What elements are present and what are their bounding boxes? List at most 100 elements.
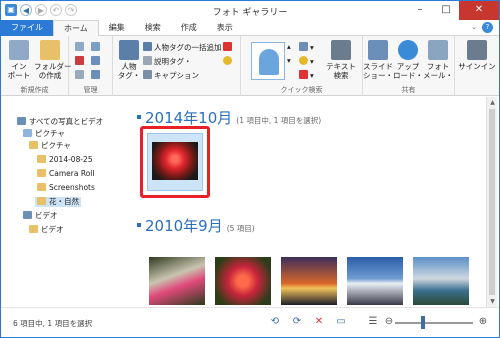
tree-item-pictures-sub[interactable]: ピクチャ — [29, 141, 71, 151]
photo-thumbnail-rose — [152, 142, 198, 180]
photo-thumbnail[interactable] — [413, 257, 469, 305]
caption-button[interactable]: キャプション — [143, 70, 199, 81]
ribbon-group-quick-find: ▴ ▾ ▾ ▾ ▾ テキスト 検索 クイック検索 — [241, 36, 363, 96]
rotate-right-icon[interactable] — [91, 70, 102, 81]
collapse-ribbon-icon[interactable]: ⌄ — [471, 23, 477, 31]
photo-gallery-window: ▣ ◀ ▶ ↶ ↷ フォト ギャラリー – □ ✕ ファイル ホーム 編集 検索… — [0, 0, 500, 338]
photo-mail-button[interactable]: フォト メール・ — [423, 40, 453, 80]
zoom-out-icon[interactable]: ⊖ — [383, 316, 395, 328]
rating-filter-icon[interactable]: ▾ — [299, 56, 314, 67]
details-view-icon[interactable]: ☰ — [367, 316, 379, 328]
properties-icon[interactable] — [91, 42, 102, 53]
videos-library-icon — [23, 211, 32, 219]
tree-item-folder[interactable]: 2014-08-25 — [37, 155, 93, 165]
maximize-button[interactable]: □ — [433, 1, 459, 20]
ribbon-tabs: ファイル ホーム 編集 検索 作成 表示 ⌄ ? — [1, 20, 499, 37]
date-group-heading[interactable]: 2014年10月 (1 項目中, 1 項目を選択) — [137, 107, 321, 128]
group-label-manage: 管理 — [83, 86, 98, 94]
tree-item-folder[interactable]: Camera Roll — [37, 169, 94, 179]
ribbon-group-share: スライド ショー・ アップ ロード・ フォト メール・ 共有 — [363, 36, 455, 96]
tab-create[interactable]: 作成 — [171, 20, 207, 36]
delete-icon[interactable]: ✕ — [313, 316, 325, 328]
rotate-left-icon[interactable]: ⟲ — [269, 316, 281, 328]
new-folder-button[interactable]: フォルダー の作成 — [34, 40, 72, 80]
tree-item-pictures[interactable]: ピクチャ — [23, 129, 65, 139]
batch-people-tag-button[interactable]: 人物タグの一括追加 — [143, 42, 222, 53]
person-silhouette-icon — [259, 49, 279, 75]
ribbon-group-organize: 人物 タグ・ 人物タグの一括追加 説明タグ・ キャプション — [113, 36, 241, 96]
text-search-button[interactable]: テキスト 検索 — [323, 40, 359, 80]
tree-item-folder-selected[interactable]: 花・自然 — [35, 197, 81, 207]
tab-home[interactable]: ホーム — [53, 20, 99, 37]
slideshow-button[interactable]: スライド ショー・ — [363, 40, 393, 80]
open-icon[interactable] — [75, 70, 86, 81]
scroll-down-icon[interactable]: ▼ — [487, 296, 498, 307]
caption-tag-button[interactable]: 説明タグ・ — [143, 56, 192, 67]
folder-icon — [40, 40, 60, 60]
scroll-up-icon[interactable]: ▲ — [487, 97, 498, 108]
selected-photo-highlight[interactable] — [140, 126, 210, 198]
camera-import-icon — [9, 40, 29, 60]
zoom-slider-knob[interactable] — [421, 316, 425, 329]
folder-icon — [29, 141, 38, 149]
title-bar: ▣ ◀ ▶ ↶ ↷ フォト ギャラリー – □ ✕ — [1, 1, 499, 20]
photo-thumbnail[interactable] — [215, 257, 271, 305]
tab-find[interactable]: 検索 — [135, 20, 171, 36]
group-label-share: 共有 — [401, 86, 416, 94]
minimize-button[interactable]: – — [407, 1, 433, 20]
flag-filter-icon[interactable]: ▾ — [299, 70, 314, 81]
tree-item-videos-sub[interactable]: ビデオ — [29, 225, 64, 235]
tab-view[interactable]: 表示 — [207, 20, 243, 36]
folder-icon — [37, 197, 46, 205]
slideshow-icon — [368, 40, 388, 60]
import-button[interactable]: イン ポート — [7, 40, 31, 80]
upload-button[interactable]: アップ ロード・ — [393, 40, 423, 80]
photo-thumbnail[interactable] — [281, 257, 337, 305]
tag-icon — [143, 56, 152, 65]
scroll-down-icon[interactable]: ▾ — [287, 56, 291, 66]
tree-item-videos[interactable]: ビデオ — [23, 211, 58, 221]
photo-thumbnail[interactable] — [347, 257, 403, 305]
people-filter-button[interactable] — [251, 42, 285, 80]
delete-icon[interactable] — [75, 56, 86, 67]
slideshow-icon[interactable]: ▭ — [335, 316, 347, 328]
rotate-left-icon[interactable] — [91, 56, 102, 67]
vertical-scrollbar[interactable]: ▲ ▼ — [486, 97, 497, 307]
pictures-library-icon — [23, 129, 32, 137]
folder-icon — [37, 155, 46, 163]
scroll-up-icon[interactable]: ▴ — [287, 42, 291, 52]
flag-icon[interactable] — [223, 42, 234, 53]
people-icon — [143, 42, 152, 51]
globe-icon — [398, 40, 418, 60]
ribbon-group-signin: サインイン — [455, 36, 499, 96]
help-icon[interactable]: ? — [482, 22, 493, 33]
folder-icon — [29, 225, 38, 233]
tree-item-folder[interactable]: Screenshots — [37, 183, 95, 193]
tab-edit[interactable]: 編集 — [99, 20, 135, 36]
zoom-slider-track[interactable] — [395, 322, 473, 324]
ribbon: イン ポート フォルダー の作成 新規作成 管理 人物 タグ・ 人物タグの一括追… — [1, 36, 499, 96]
person-icon — [119, 40, 139, 60]
rotate-right-icon[interactable]: ⟳ — [291, 316, 303, 328]
folder-icon — [37, 183, 46, 191]
tab-file[interactable]: ファイル — [1, 20, 53, 36]
scrollbar-thumb[interactable] — [489, 109, 495, 295]
gallery-icon — [17, 117, 26, 125]
star-icon[interactable] — [223, 56, 234, 67]
status-bar: 6 項目中, 1 項目を選択 ⟲ ⟳ ✕ ▭ ☰ ⊖ ⊕ — [1, 307, 499, 337]
people-tag-button[interactable]: 人物 タグ・ — [117, 40, 141, 80]
photo-thumbnail[interactable] — [149, 257, 205, 305]
mail-icon — [428, 40, 448, 60]
copy-icon[interactable] — [75, 42, 86, 53]
tree-item-all-photos[interactable]: すべての写真とビデオ — [17, 117, 103, 127]
close-button[interactable]: ✕ — [459, 1, 499, 20]
zoom-in-icon[interactable]: ⊕ — [477, 316, 489, 328]
group-label-new: 新規作成 — [20, 86, 49, 94]
signin-button[interactable]: サインイン — [457, 40, 497, 71]
grid-icon[interactable]: ▾ — [299, 42, 314, 53]
navigation-tree: すべての写真とビデオ ピクチャ ピクチャ 2014-08-25 Camera R… — [1, 97, 129, 307]
status-text: 6 項目中, 1 項目を選択 — [13, 319, 93, 328]
ribbon-group-manage: 管理 — [69, 36, 113, 96]
ribbon-group-new: イン ポート フォルダー の作成 新規作成 — [1, 36, 72, 96]
date-group-heading[interactable]: 2010年9月 (5 項目) — [137, 215, 255, 236]
